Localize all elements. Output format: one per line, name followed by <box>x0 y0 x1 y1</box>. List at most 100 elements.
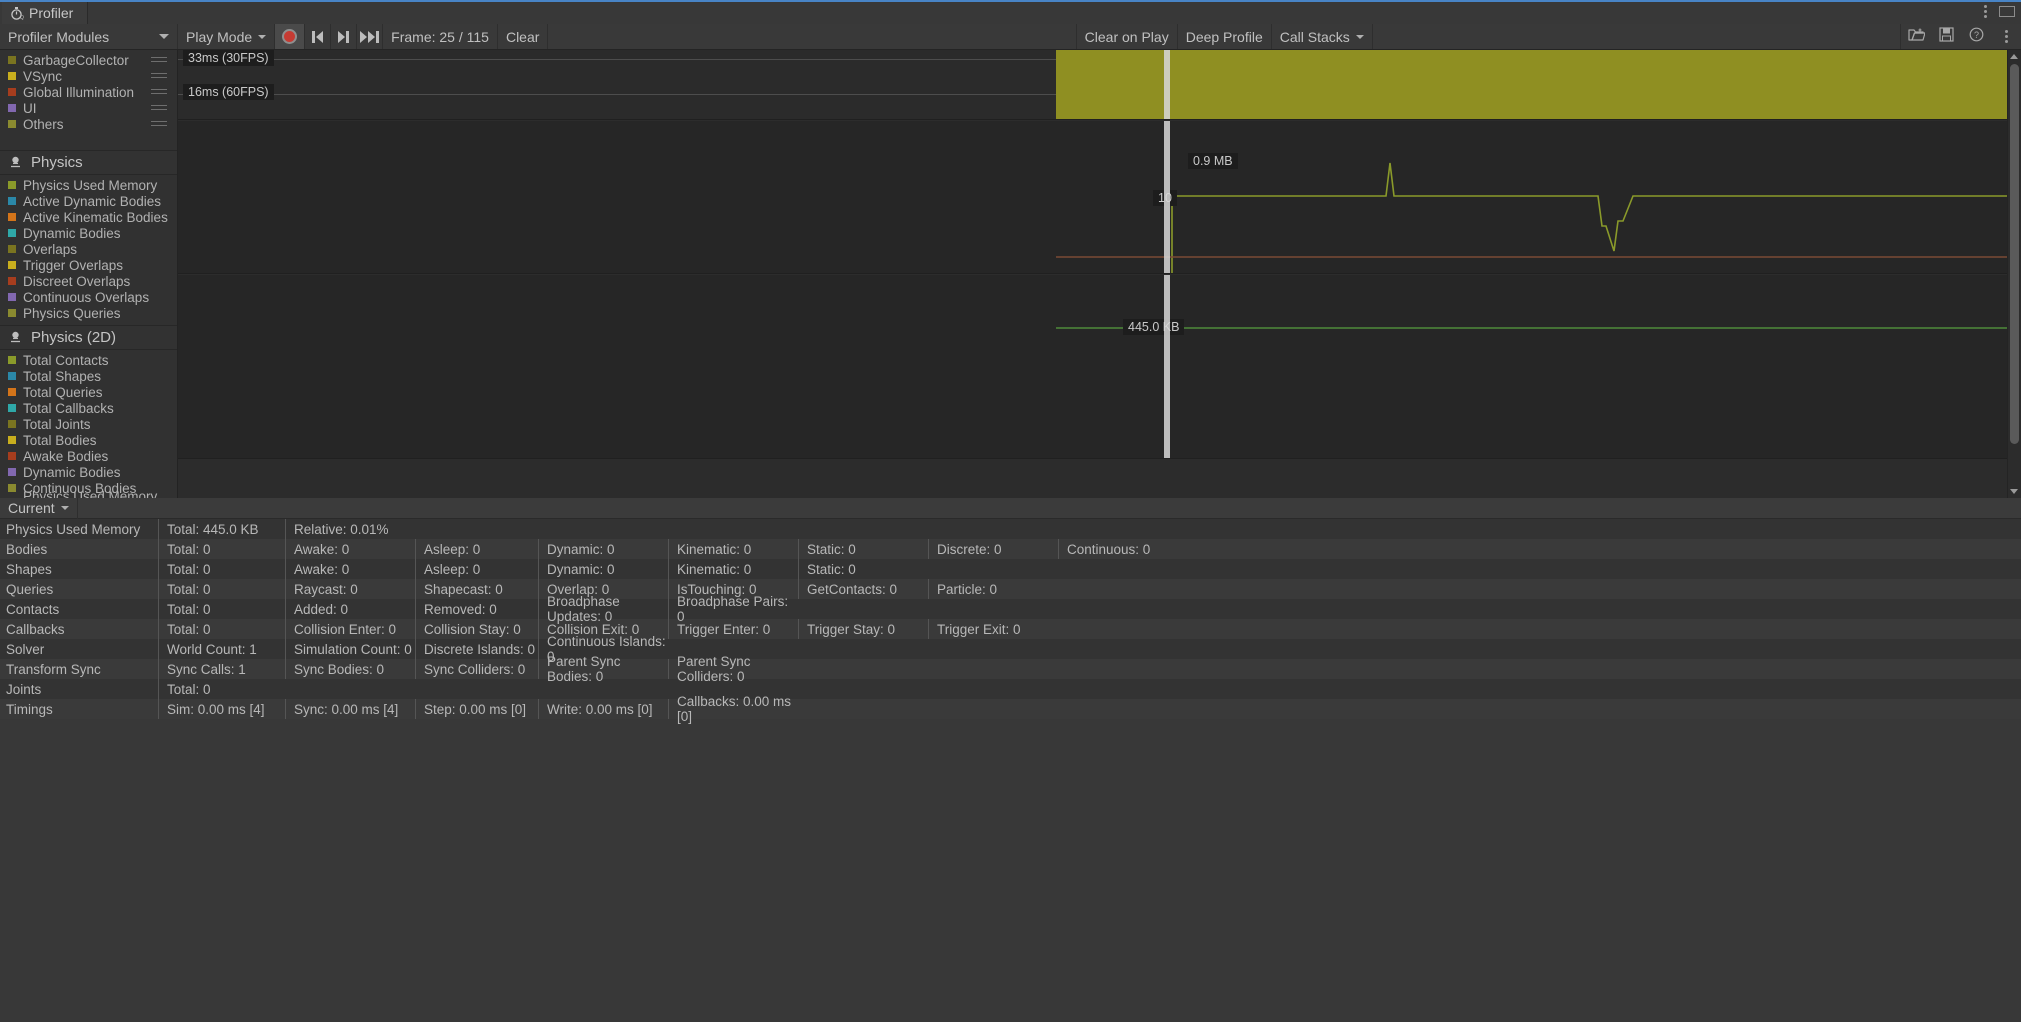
charts-scrollbar-thumb[interactable] <box>2010 64 2019 444</box>
table-row[interactable]: Joints Total: 0 <box>0 679 2021 699</box>
scroll-up-arrow-icon[interactable] <box>2010 54 2018 59</box>
chart-physics[interactable]: 0.9 MB 10 <box>178 121 2007 274</box>
table-row[interactable]: Timings Sim: 0.00 ms [4] Sync: 0.00 ms [4]… <box>0 694 2021 724</box>
frame-cursor[interactable] <box>1164 275 1170 458</box>
call-stacks-label: Call Stacks <box>1279 28 1350 45</box>
load-profile-button[interactable] <box>1901 24 1931 49</box>
profiler-modules-label: Profiler Modules <box>8 28 110 45</box>
current-frame-dropdown[interactable]: Current <box>0 497 78 519</box>
stat-cell: Sync Calls: 1 <box>158 659 285 679</box>
previous-frame-button[interactable] <box>305 24 332 49</box>
chart-cpu-plot: 33ms (30FPS) 16ms (60FPS) <box>178 50 2007 119</box>
sidebar-item-awake-bodies[interactable]: Awake Bodies <box>0 448 177 464</box>
drag-handle-icon[interactable] <box>151 105 167 111</box>
sidebar-item-total-callbacks[interactable]: Total Callbacks <box>0 400 177 416</box>
drag-handle-icon[interactable] <box>151 121 167 127</box>
section-header-physics[interactable]: Physics <box>0 150 177 175</box>
frame-selector-bar: Current <box>0 497 2021 519</box>
stat-cell: Continuous: 0 <box>1058 539 1218 559</box>
play-mode-dropdown[interactable]: Play Mode <box>178 24 276 49</box>
section-header-physics-2d[interactable]: Physics (2D) <box>0 325 177 350</box>
profiler-toolbar: Profiler Modules Play Mode Frame: 25 / 1… <box>0 24 2021 50</box>
sidebar-item-garbagecollector[interactable]: GarbageCollector <box>0 52 177 68</box>
sidebar-item-total-joints[interactable]: Total Joints <box>0 416 177 432</box>
record-icon <box>282 29 298 44</box>
call-stacks-dropdown[interactable]: Call Stacks <box>1272 24 1373 49</box>
stat-cell: Trigger Stay: 0 <box>798 619 928 639</box>
legend-label: Total Callbacks <box>23 400 114 416</box>
table-row[interactable]: Queries Total: 0 Raycast: 0 Shapecast: 0 Ove… <box>0 579 2021 599</box>
stat-cell: Sync Bodies: 0 <box>285 659 415 679</box>
table-row[interactable]: Transform Sync Sync Calls: 1 Sync Bodies: … <box>0 654 2021 684</box>
sidebar-item-continuous-overlaps[interactable]: Continuous Overlaps <box>0 289 177 305</box>
drag-handle-icon[interactable] <box>151 89 167 95</box>
profiler-window: Q Profiler Profiler Modules Play Mode Fr… <box>0 0 2021 1022</box>
tab-profiler[interactable]: Q Profiler <box>2 2 89 24</box>
charts-scrollbar[interactable] <box>2007 50 2021 498</box>
next-frame-button[interactable] <box>331 24 358 49</box>
stat-row-name: Solver <box>6 641 45 657</box>
chart-physics-2d[interactable]: 445.0 KB <box>178 275 2007 459</box>
sidebar-item-ui[interactable]: UI <box>0 100 177 116</box>
legend-swatch-icon <box>8 229 16 237</box>
drag-handle-icon[interactable] <box>151 73 167 79</box>
frame-cursor[interactable] <box>1164 121 1170 273</box>
save-profile-button[interactable] <box>1931 24 1961 49</box>
sidebar-item-physics-used-memory[interactable]: Physics Used Memory <box>0 177 177 193</box>
legend-swatch-icon <box>8 104 16 112</box>
table-row[interactable]: Solver World Count: 1 Simulation Count: 0D… <box>0 634 2021 664</box>
play-mode-label: Play Mode <box>186 28 253 45</box>
profiler-modules-dropdown[interactable]: Profiler Modules <box>0 24 178 49</box>
sidebar-item-others[interactable]: Others <box>0 116 177 132</box>
record-button[interactable] <box>275 24 306 49</box>
toolbar-spacer-right <box>1373 24 1902 49</box>
table-row[interactable]: Callbacks Total: 0 Collision Enter: 0 Colli… <box>0 619 2021 639</box>
stat-cell: Added: 0 <box>285 599 415 619</box>
chart-cpu-usage[interactable]: 33ms (30FPS) 16ms (60FPS) <box>178 50 2007 120</box>
sidebar-item-active-kinematic-bodies[interactable]: Active Kinematic Bodies <box>0 209 177 225</box>
sidebar-item-overlaps[interactable]: Overlaps <box>0 241 177 257</box>
help-button[interactable]: ? <box>1961 24 1991 49</box>
legend-swatch-icon <box>8 245 16 253</box>
legend-label: Dynamic Bodies <box>23 225 121 241</box>
scroll-down-arrow-icon[interactable] <box>2010 489 2018 494</box>
table-row[interactable]: Bodies Total: 0 Awake: 0 Asleep: 0 Dynamic: … <box>0 539 2021 559</box>
sidebar-item-vsync[interactable]: VSync <box>0 68 177 84</box>
sidebar-item-total-queries[interactable]: Total Queries <box>0 384 177 400</box>
legend-swatch-icon <box>8 277 16 285</box>
stat-cell: Collision Stay: 0 <box>415 619 538 639</box>
sidebar-item-global-illumination[interactable]: Global Illumination <box>0 84 177 100</box>
window-menu-icon[interactable] <box>1984 5 1987 18</box>
stat-row-name: Contacts <box>6 601 60 617</box>
table-row[interactable]: Physics Used Memory Total: 445.0 KB Relati… <box>0 519 2021 539</box>
sidebar-item-dynamic-bodies[interactable]: Dynamic Bodies <box>0 225 177 241</box>
stat-cell: Static: 0 <box>798 539 928 559</box>
drag-handle-icon[interactable] <box>151 57 167 63</box>
sidebar-item-total-contacts[interactable]: Total Contacts <box>0 352 177 368</box>
sidebar-item-physics-queries[interactable]: Physics Queries <box>0 305 177 321</box>
legend-label: Dynamic Bodies <box>23 464 121 480</box>
options-menu-button[interactable] <box>1991 24 2021 49</box>
sidebar-item-total-shapes[interactable]: Total Shapes <box>0 368 177 384</box>
table-row[interactable]: Contacts Total: 0 Added: 0 Removed: 0 Broadp… <box>0 594 2021 624</box>
sidebar-item-discreet-overlaps[interactable]: Discreet Overlaps <box>0 273 177 289</box>
legend-label: Physics Queries <box>23 305 121 321</box>
clear-on-play-toggle[interactable]: Clear on Play <box>1077 24 1178 49</box>
legend-label: Physics Used Memory <box>23 177 158 193</box>
deep-profile-toggle[interactable]: Deep Profile <box>1178 24 1272 49</box>
frame-cursor[interactable] <box>1164 50 1170 119</box>
clear-on-play-label: Clear on Play <box>1084 28 1169 45</box>
window-maximize-icon[interactable] <box>1999 6 2015 17</box>
table-row[interactable]: Shapes Total: 0 Awake: 0 Asleep: 0 Dynamic: … <box>0 559 2021 579</box>
stat-cell: Broadphase Pairs: 0 <box>668 594 798 624</box>
stat-cell: Asleep: 0 <box>415 539 538 559</box>
sidebar-item-dynamic-bodies[interactable]: Dynamic Bodies <box>0 464 177 480</box>
sidebar-item-active-dynamic-bodies[interactable]: Active Dynamic Bodies <box>0 193 177 209</box>
last-frame-button[interactable] <box>357 24 384 49</box>
clear-button[interactable]: Clear <box>498 24 549 49</box>
legend-label: Awake Bodies <box>23 448 109 464</box>
help-icon: ? <box>1969 27 1984 46</box>
sidebar-item-trigger-overlaps[interactable]: Trigger Overlaps <box>0 257 177 273</box>
deep-profile-label: Deep Profile <box>1185 28 1263 45</box>
sidebar-item-total-bodies[interactable]: Total Bodies <box>0 432 177 448</box>
